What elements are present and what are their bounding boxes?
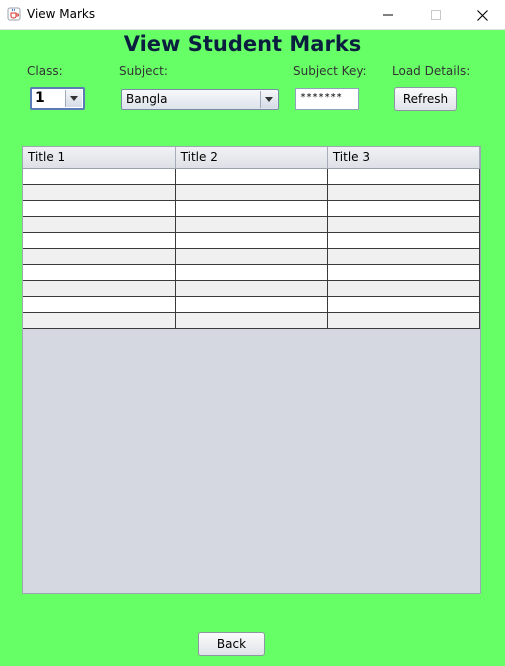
table-cell[interactable] xyxy=(327,200,481,217)
table-row[interactable] xyxy=(23,248,481,265)
load-details-label: Load Details: xyxy=(392,64,471,78)
minimize-icon xyxy=(383,14,393,16)
table-cell[interactable] xyxy=(175,296,328,313)
table-cell[interactable] xyxy=(327,312,481,329)
table-row[interactable] xyxy=(23,200,481,217)
table-cell[interactable] xyxy=(23,280,176,297)
table-cell[interactable] xyxy=(327,280,481,297)
maximize-icon xyxy=(431,10,441,20)
marks-table[interactable]: Title 1 Title 2 Title 3 xyxy=(23,147,481,329)
table-cell[interactable] xyxy=(327,232,481,249)
close-button[interactable] xyxy=(459,0,505,30)
table-cell[interactable] xyxy=(23,184,176,201)
table-cell[interactable] xyxy=(327,264,481,281)
table-header-row: Title 1 Title 2 Title 3 xyxy=(23,147,481,169)
table-cell[interactable] xyxy=(23,216,176,233)
table-cell[interactable] xyxy=(23,296,176,313)
table-cell[interactable] xyxy=(175,248,328,265)
close-icon xyxy=(476,9,488,21)
table-cell[interactable] xyxy=(175,184,328,201)
subject-key-label: Subject Key: xyxy=(293,64,367,78)
refresh-button[interactable]: Refresh xyxy=(394,87,457,111)
table-cell[interactable] xyxy=(327,184,481,201)
back-button[interactable]: Back xyxy=(198,632,265,656)
table-cell[interactable] xyxy=(175,264,328,281)
table-cell[interactable] xyxy=(23,200,176,217)
table-cell[interactable] xyxy=(23,264,176,281)
table-cell[interactable] xyxy=(175,200,328,217)
subject-key-field[interactable]: ******* xyxy=(295,88,359,110)
subject-select[interactable]: Bangla xyxy=(121,89,279,110)
table-row[interactable] xyxy=(23,216,481,233)
table-cell[interactable] xyxy=(175,312,328,329)
table-cell[interactable] xyxy=(175,168,328,185)
chevron-down-icon[interactable] xyxy=(260,91,277,108)
table-cell[interactable] xyxy=(23,312,176,329)
column-header[interactable]: Title 2 xyxy=(175,147,328,169)
chevron-down-icon[interactable] xyxy=(65,90,82,107)
table-row[interactable] xyxy=(23,232,481,249)
title-bar: View Marks xyxy=(0,0,505,30)
table-row[interactable] xyxy=(23,184,481,201)
class-label: Class: xyxy=(27,64,63,78)
window-title: View Marks xyxy=(27,7,96,21)
table-cell[interactable] xyxy=(175,232,328,249)
table-row[interactable] xyxy=(23,264,481,281)
marks-table-scrollpane[interactable]: Title 1 Title 2 Title 3 xyxy=(22,146,481,594)
class-select[interactable]: 1 xyxy=(30,87,85,110)
table-cell[interactable] xyxy=(23,232,176,249)
class-select-value: 1 xyxy=(35,90,45,106)
table-cell[interactable] xyxy=(327,216,481,233)
java-cup-icon xyxy=(7,7,21,21)
page-title: View Student Marks xyxy=(123,32,362,56)
column-header[interactable]: Title 3 xyxy=(327,147,481,169)
table-row[interactable] xyxy=(23,168,481,185)
table-row[interactable] xyxy=(23,296,481,313)
table-cell[interactable] xyxy=(327,168,481,185)
table-row[interactable] xyxy=(23,280,481,297)
table-cell[interactable] xyxy=(23,168,176,185)
column-header[interactable]: Title 1 xyxy=(23,147,176,169)
minimize-button[interactable] xyxy=(365,0,411,30)
table-cell[interactable] xyxy=(175,280,328,297)
table-cell[interactable] xyxy=(175,216,328,233)
table-cell[interactable] xyxy=(23,248,176,265)
table-cell[interactable] xyxy=(327,296,481,313)
subject-label: Subject: xyxy=(119,64,168,78)
table-row[interactable] xyxy=(23,312,481,329)
maximize-button[interactable] xyxy=(413,0,459,30)
subject-select-value: Bangla xyxy=(126,92,168,106)
table-cell[interactable] xyxy=(327,248,481,265)
